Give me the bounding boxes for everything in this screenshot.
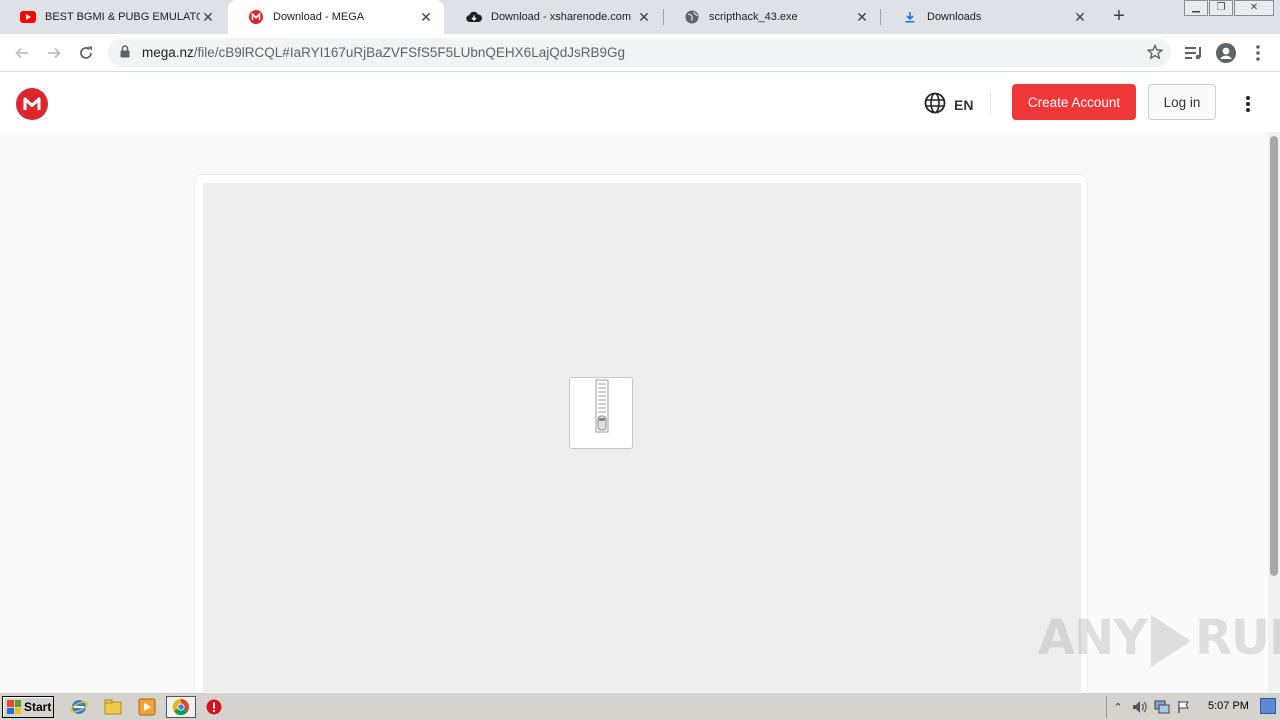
file-card xyxy=(194,174,1088,704)
bookmark-star-icon[interactable] xyxy=(1146,43,1164,65)
volume-icon[interactable] xyxy=(1129,698,1151,716)
mega-header: EN Create Account Log in xyxy=(0,72,1280,132)
tab-separator xyxy=(880,9,881,25)
media-control-icon[interactable] xyxy=(1183,42,1205,64)
language-selector[interactable]: EN xyxy=(924,92,973,117)
new-tab-button[interactable]: + xyxy=(1108,5,1130,27)
tab-title: Downloads xyxy=(927,11,982,23)
close-icon[interactable]: ✕ xyxy=(1072,9,1088,25)
language-label: EN xyxy=(954,96,974,113)
page-scrollbar[interactable] xyxy=(1268,132,1280,692)
header-divider xyxy=(990,92,991,114)
taskbar-clock[interactable]: 5:07 PM xyxy=(1208,700,1249,712)
login-button[interactable]: Log in xyxy=(1148,84,1216,120)
close-icon[interactable]: ✕ xyxy=(200,9,216,25)
close-icon[interactable]: ✕ xyxy=(854,9,870,25)
restore-button[interactable]: ❐ xyxy=(1209,0,1233,16)
close-icon[interactable]: ✕ xyxy=(636,9,652,25)
minimize-button[interactable]: ▁ xyxy=(1184,0,1208,16)
main-content xyxy=(0,132,1268,704)
watermark-left: ANY xyxy=(1038,610,1148,666)
tab-mega[interactable]: Download - MEGA ✕ xyxy=(228,0,444,34)
file-preview-area xyxy=(203,183,1081,703)
watermark-right: RUN xyxy=(1195,610,1280,666)
tab-downloads[interactable]: Downloads ✕ xyxy=(882,0,1098,34)
reload-button[interactable] xyxy=(74,41,98,65)
start-button[interactable]: Start xyxy=(2,696,54,718)
url-text: mega.nz/file/cB9lRCQL#IaRYI167uRjBaZVFSf… xyxy=(142,45,625,60)
action-center-flag-icon[interactable] xyxy=(1173,698,1195,716)
back-button[interactable] xyxy=(10,41,34,65)
system-tray: ⌃ xyxy=(1106,696,1280,718)
forward-button[interactable] xyxy=(42,41,66,65)
tab-title: Download - xsharenode.com xyxy=(491,11,632,23)
close-icon[interactable]: ✕ xyxy=(418,9,434,25)
create-account-button[interactable]: Create Account xyxy=(1012,84,1136,120)
browser-menu-icon[interactable] xyxy=(1247,42,1269,64)
download-icon xyxy=(902,9,918,25)
tab-title: scripthack_43.exe xyxy=(709,11,798,23)
ie-icon[interactable] xyxy=(68,697,90,717)
mega-logo[interactable] xyxy=(16,88,48,120)
url-host: mega.nz xyxy=(142,45,194,60)
media-player-icon[interactable] xyxy=(136,697,158,717)
tab-title: BEST BGMI & PUBG EMULATOR | xyxy=(45,11,200,23)
anyrun-watermark: ANY RUN xyxy=(1038,610,1280,667)
explorer-icon[interactable] xyxy=(102,697,124,717)
tab-scripthack[interactable]: scripthack_43.exe ✕ xyxy=(664,0,880,34)
windows-taskbar: Start ⌃ 5:07 PM xyxy=(0,692,1280,720)
address-bar[interactable]: mega.nz/file/cB9lRCQL#IaRYI167uRjBaZVFSf… xyxy=(108,38,1171,67)
network-icon[interactable] xyxy=(1151,698,1173,716)
close-window-button[interactable]: ✕ xyxy=(1234,0,1274,16)
more-menu-icon[interactable] xyxy=(1238,92,1258,116)
play-icon xyxy=(1151,615,1192,667)
youtube-icon xyxy=(20,9,36,25)
tab-title: Download - MEGA xyxy=(273,11,365,23)
globe-icon xyxy=(924,92,946,117)
profile-avatar-icon[interactable] xyxy=(1215,42,1237,64)
mega-icon xyxy=(248,9,264,25)
windows-logo-icon xyxy=(7,700,21,714)
tab-xsharenode[interactable]: Download - xsharenode.com ✕ xyxy=(446,0,662,34)
stop-icon[interactable] xyxy=(203,697,225,717)
chevron-up-icon[interactable]: ⌃ xyxy=(1107,698,1129,716)
browser-toolbar: mega.nz/file/cB9lRCQL#IaRYI167uRjBaZVFSf… xyxy=(0,34,1280,72)
url-path: /file/cB9lRCQL#IaRYI167uRjBaZVFSfS5F5LUb… xyxy=(193,45,625,60)
start-label: Start xyxy=(24,700,52,714)
show-desktop-button[interactable] xyxy=(1260,698,1276,714)
lock-icon xyxy=(120,45,130,63)
scrollbar-thumb[interactable] xyxy=(1270,136,1278,576)
globe-icon xyxy=(684,9,700,25)
cloud-download-icon xyxy=(466,9,482,25)
chrome-icon[interactable] xyxy=(166,696,196,718)
browser-tabstrip: BEST BGMI & PUBG EMULATOR | ✕ Download -… xyxy=(0,0,1280,34)
zip-archive-icon xyxy=(569,377,633,449)
tab-youtube[interactable]: BEST BGMI & PUBG EMULATOR | ✕ xyxy=(0,0,226,34)
